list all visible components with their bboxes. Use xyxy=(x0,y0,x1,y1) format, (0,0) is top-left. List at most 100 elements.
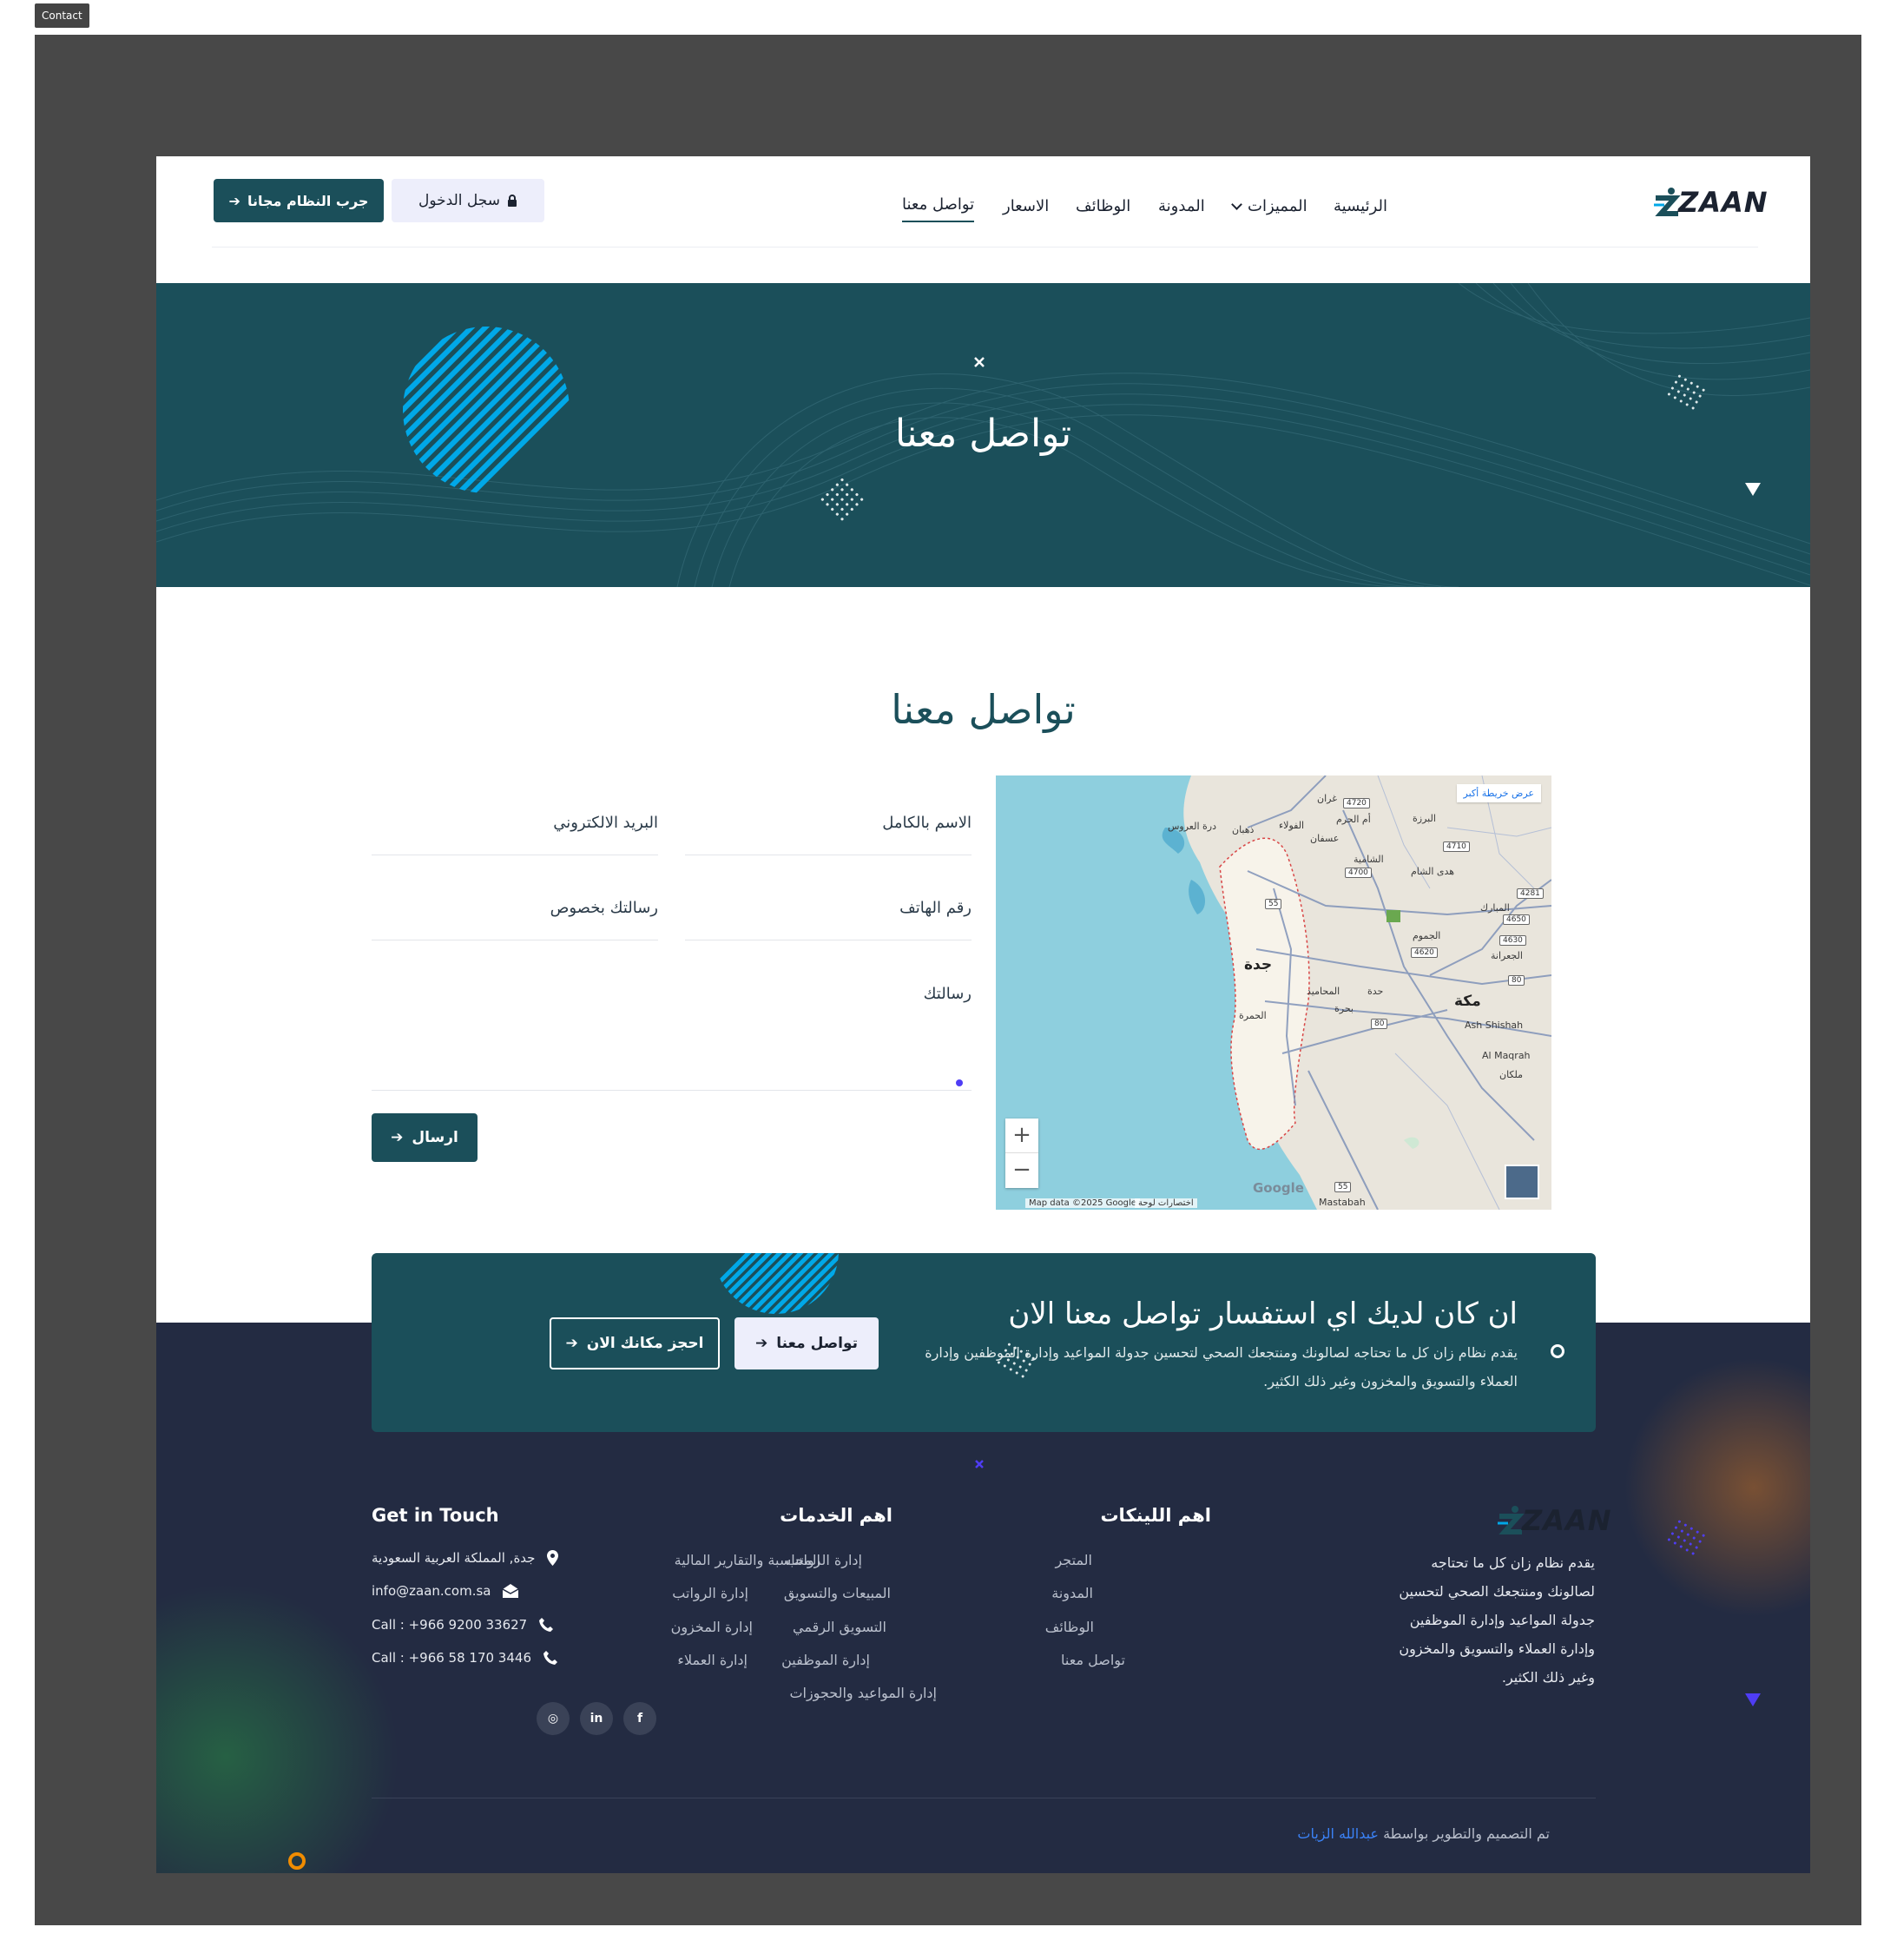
map-satellite-toggle[interactable] xyxy=(1505,1165,1539,1199)
footer-services-title: اهم الخدمات xyxy=(780,1505,893,1526)
glow-decoration xyxy=(1624,1357,1810,1618)
input-dot-indicator xyxy=(956,1079,963,1086)
footer-service-customers[interactable]: إدارة العملاء xyxy=(677,1652,748,1668)
keyboard-shortcuts-link[interactable]: اختصارات لوحة xyxy=(1135,1198,1197,1208)
lock-icon xyxy=(507,195,517,207)
footer-service-employees[interactable]: إدارة الموظفين xyxy=(781,1652,870,1668)
cta-banner: ان كان لديك اي استفسار تواصل معنا الان ي… xyxy=(372,1253,1596,1432)
road-shield: 55 xyxy=(1265,899,1282,909)
google-logo: Google xyxy=(1253,1180,1304,1196)
arrow-right-icon: ➔ xyxy=(391,1129,404,1146)
cta-book-button-label: احجز مكانك الان xyxy=(586,1335,704,1352)
instagram-icon[interactable]: ◎ xyxy=(537,1702,570,1735)
road-shield: 4630 xyxy=(1499,935,1526,946)
map-label-al-jumum: الجموم xyxy=(1413,930,1441,941)
map-label-al-barza: البرزة xyxy=(1413,813,1436,824)
footer-service-appointments[interactable]: إدارة المواعيد والحجوزات xyxy=(789,1685,937,1701)
map-label-ghoran: غران xyxy=(1317,793,1337,804)
nav-item-pricing[interactable]: الاسعار xyxy=(1003,189,1049,224)
subject-field[interactable]: رسالتك بخصوص xyxy=(372,861,658,940)
map-zoom-control: + − xyxy=(1005,1119,1038,1188)
footer-link-jobs[interactable]: الوظائف xyxy=(1045,1619,1094,1635)
road-shield: 55 xyxy=(1334,1182,1352,1192)
email-field-placeholder: البريد الالكتروني xyxy=(553,814,658,832)
email-field[interactable]: البريد الالكتروني xyxy=(372,775,658,855)
cta-contact-button[interactable]: تواصل معنا ➔ xyxy=(734,1317,879,1369)
map-label-durrat-alarus: درة العروس xyxy=(1168,821,1216,832)
footer-link-store[interactable]: المتجر xyxy=(1055,1552,1092,1568)
map-label-hadda: حدة xyxy=(1367,986,1384,997)
striped-circle-decoration xyxy=(714,1253,839,1314)
footer-logo[interactable]: ZAAN xyxy=(1496,1501,1611,1539)
site-header: ZAAN الرئيسية المميزات المدونة الوظائف ا… xyxy=(156,156,1810,283)
footer-link-blog[interactable]: المدونة xyxy=(1051,1585,1093,1601)
nav-item-label: الوظائف xyxy=(1076,197,1131,215)
facebook-icon[interactable]: f xyxy=(623,1702,656,1735)
nav-item-home[interactable]: الرئيسية xyxy=(1334,189,1387,224)
cta-book-button[interactable]: احجز مكانك الان ➔ xyxy=(550,1317,720,1369)
footer-email[interactable]: info@zaan.com.sa xyxy=(372,1583,519,1599)
cta-contact-button-label: تواصل معنا xyxy=(776,1335,859,1352)
try-free-button[interactable]: جرب النظام مجانا ➔ xyxy=(214,179,384,222)
location-pin-icon xyxy=(547,1550,559,1566)
ring-decoration xyxy=(288,1852,306,1870)
map-label-um-alharam: أم الحرم xyxy=(1336,814,1371,825)
hero-title: تواصل معنا xyxy=(894,412,1072,456)
zoom-out-button[interactable]: − xyxy=(1005,1153,1038,1188)
view-larger-map-link[interactable]: عرض خريطة أكبر xyxy=(1456,784,1541,802)
footer-service-digital-marketing[interactable]: التسويق الرقمي xyxy=(793,1619,886,1635)
triangle-decoration xyxy=(1745,1693,1761,1706)
logo-wordmark: ZAAN xyxy=(1522,1504,1612,1537)
footer-credit-author-link[interactable]: عبدالله الزيات xyxy=(1297,1825,1379,1842)
nav-item-jobs[interactable]: الوظائف xyxy=(1076,189,1130,224)
road-shield: 4720 xyxy=(1343,798,1370,808)
arrow-right-icon: ➔ xyxy=(565,1335,578,1352)
map-copyright: Map data ©2025 Google xyxy=(1025,1198,1140,1208)
phone-field-placeholder: رقم الهاتف xyxy=(899,899,972,917)
nav-item-features[interactable]: المميزات xyxy=(1231,189,1307,224)
map-label-usfan: عسفان xyxy=(1310,833,1340,844)
footer-service-sales[interactable]: المبيعات والتسويق xyxy=(784,1585,891,1601)
road-shield: 80 xyxy=(1371,1019,1388,1029)
zoom-in-button[interactable]: + xyxy=(1005,1119,1038,1153)
road-shield: 4710 xyxy=(1443,841,1470,852)
footer-phone-1[interactable]: Call : +966 9200 33627 xyxy=(372,1617,554,1633)
try-free-button-label: جرب النظام مجانا xyxy=(247,192,369,209)
footer-about-text: يقدم نظام زان كل ما تحتاجه لصالونك ومنتج… xyxy=(1399,1554,1595,1686)
footer-link-contact[interactable]: تواصل معنا xyxy=(1061,1652,1125,1668)
google-map[interactable]: جدة مكة Ash Shishah Al Maqrah ملكان Mast… xyxy=(996,775,1551,1210)
cta-description: يقدم نظام زان كل ما تحتاجه لصالونك ومنتج… xyxy=(925,1344,1518,1389)
phone-field[interactable]: رقم الهاتف xyxy=(685,861,972,940)
linkedin-icon[interactable]: in xyxy=(580,1702,613,1735)
footer-service-payroll-2[interactable]: إدارة الرواتب xyxy=(672,1585,748,1601)
map-label-mastabah: Mastabah xyxy=(1319,1197,1366,1208)
nav-item-blog[interactable]: المدونة xyxy=(1158,189,1205,224)
contact-section-title: تواصل معنا xyxy=(891,686,1076,733)
nav-item-label: المميزات xyxy=(1248,197,1307,215)
login-button[interactable]: سجل الدخول xyxy=(392,179,544,222)
arrow-right-icon: ➔ xyxy=(228,192,240,209)
footer-service-accounting[interactable]: المحاسبة والتقارير المالية xyxy=(675,1552,820,1568)
login-button-label: سجل الدخول xyxy=(418,192,500,209)
name-field[interactable]: الاسم بالكامل xyxy=(685,775,972,855)
footer-email-text: info@zaan.com.sa xyxy=(372,1583,491,1599)
send-button[interactable]: ارسال ➔ xyxy=(372,1113,478,1162)
map-label-jeddah: جدة xyxy=(1244,956,1273,973)
message-textarea-placeholder: رسالتك xyxy=(923,985,972,1003)
screenshot-frame: ZAAN الرئيسية المميزات المدونة الوظائف ا… xyxy=(35,35,1861,1925)
map-label-makkah: مكة xyxy=(1454,993,1481,1010)
map-label-al-hamra: الحمرة xyxy=(1239,1010,1267,1021)
nav-item-label: المدونة xyxy=(1158,197,1205,215)
glow-decoration xyxy=(156,1583,399,1873)
map-label-al-fawla: الفولاء xyxy=(1279,820,1305,831)
nav-item-contact[interactable]: تواصل معنا xyxy=(902,189,975,222)
footer-phone-2-text: Call : +966 58 170 3446 xyxy=(372,1650,531,1666)
road-shield: 4700 xyxy=(1345,868,1372,878)
footer-service-inventory[interactable]: إدارة المخزون xyxy=(671,1619,753,1635)
hero-banner: تواصل معنا xyxy=(156,283,1810,587)
page: ZAAN الرئيسية المميزات المدونة الوظائف ا… xyxy=(156,156,1810,1873)
road-shield: 80 xyxy=(1508,975,1525,986)
footer-phone-2[interactable]: Call : +966 58 170 3446 xyxy=(372,1650,557,1666)
triangle-decoration xyxy=(1745,483,1761,496)
message-textarea[interactable]: رسالتك xyxy=(372,947,972,1091)
